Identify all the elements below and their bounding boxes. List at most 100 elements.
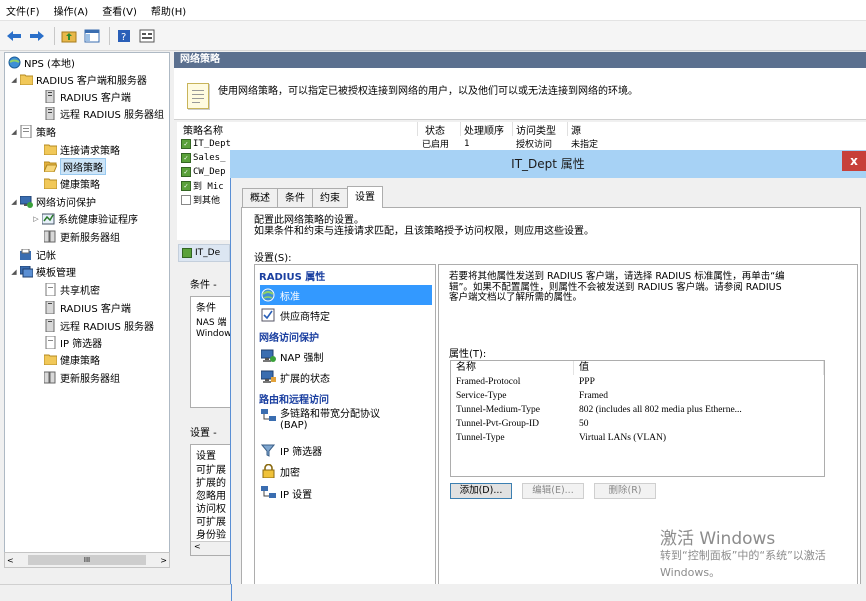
remove-button[interactable]: 删除(R) bbox=[594, 483, 656, 499]
tree-item-nap[interactable]: ◢ 网络访问保护 bbox=[9, 193, 96, 210]
tab-conditions[interactable]: 条件 bbox=[277, 188, 313, 208]
properties-icon[interactable] bbox=[137, 26, 157, 46]
tree-horizontal-scrollbar[interactable]: < III > bbox=[4, 552, 170, 568]
edit-button[interactable]: 编辑(E)... bbox=[522, 483, 584, 499]
tree-item-nps-local[interactable]: NPS (本地) bbox=[7, 54, 75, 71]
templates-icon bbox=[19, 265, 33, 278]
menu-help[interactable]: 帮助(H) bbox=[151, 3, 186, 18]
expand-down-icon[interactable]: ◢ bbox=[9, 76, 19, 84]
col-status[interactable]: 状态 bbox=[422, 122, 461, 137]
tree-item-radius-clients[interactable]: RADIUS 客户端 bbox=[43, 88, 131, 105]
tree-item-remote-radius-groups[interactable]: 远程 RADIUS 服务器组 bbox=[43, 105, 164, 122]
forward-arrow-icon[interactable] bbox=[27, 26, 47, 46]
tree-item-template-health-policies[interactable]: 健康策略 bbox=[43, 351, 100, 368]
table-row[interactable]: ✓ CW_Dep bbox=[181, 165, 226, 178]
table-row[interactable]: Window bbox=[196, 329, 232, 339]
table-row[interactable]: 身份验 bbox=[196, 526, 226, 541]
col-policy-name[interactable]: 策略名称 bbox=[180, 122, 418, 137]
expand-down-icon[interactable]: ◢ bbox=[9, 268, 19, 276]
tree-item-update-server-groups[interactable]: 更新服务器组 bbox=[43, 228, 120, 245]
list-item-ip-filters[interactable]: IP 筛选器 bbox=[260, 440, 432, 460]
expand-down-icon[interactable]: ◢ bbox=[9, 198, 19, 206]
expand-right-icon[interactable]: ▷ bbox=[31, 215, 41, 223]
col-source[interactable]: 源 bbox=[568, 122, 628, 137]
back-arrow-icon[interactable] bbox=[4, 26, 24, 46]
tree-item-shv[interactable]: ▷ 系统健康验证程序 bbox=[31, 210, 138, 227]
settings-list[interactable]: RADIUS 属性 标准 供应商特定 网络访问保护 NAP 强制 扩展的状态 路… bbox=[254, 264, 436, 601]
settings-table[interactable]: 设置 可扩展 扩展的 忽略用 访问权 可扩展 身份验 < bbox=[190, 444, 230, 556]
tree-item-template-radius-clients[interactable]: RADIUS 客户端 bbox=[43, 299, 131, 316]
tree-item-radius-clients-servers[interactable]: ◢ RADIUS 客户端和服务器 bbox=[9, 71, 147, 88]
svg-text:?: ? bbox=[121, 32, 126, 43]
expand-down-icon[interactable]: ◢ bbox=[9, 128, 19, 136]
table-row[interactable]: Tunnel-Medium-Type 802 (includes all 802 … bbox=[456, 403, 742, 417]
table-row[interactable]: Framed-Protocol PPP bbox=[456, 375, 595, 389]
toolbar: ? bbox=[0, 21, 866, 51]
list-item-vendor-specific[interactable]: 供应商特定 bbox=[260, 305, 432, 325]
scroll-left-icon[interactable]: < bbox=[7, 556, 14, 565]
tab-overview[interactable]: 概述 bbox=[242, 188, 278, 208]
accounting-icon bbox=[19, 248, 33, 261]
menu-file[interactable]: 文件(F) bbox=[6, 3, 40, 18]
dialog-title[interactable]: IT_Dept 属性 bbox=[230, 150, 866, 178]
table-row[interactable]: 到其他 bbox=[181, 193, 220, 206]
close-button[interactable]: x bbox=[842, 151, 866, 171]
globe-icon bbox=[260, 288, 276, 302]
col-attr-name[interactable]: 名称 bbox=[451, 361, 574, 375]
policy-doc-icon bbox=[19, 125, 33, 138]
table-row[interactable]: Service-Type Framed bbox=[456, 389, 608, 403]
scroll-left-icon[interactable]: < bbox=[191, 541, 230, 555]
enabled-check-icon bbox=[182, 248, 192, 258]
enabled-check-icon: ✓ bbox=[181, 166, 191, 177]
table-row[interactable]: Tunnel-Type Virtual LANs (VLAN) bbox=[456, 431, 666, 445]
folder-icon bbox=[19, 73, 33, 86]
dialog-tabs: 概述 条件 约束 设置 bbox=[242, 186, 383, 208]
conditions-table[interactable]: 条件 NAS 端 Window bbox=[190, 296, 232, 408]
menu-view[interactable]: 查看(V) bbox=[102, 3, 137, 18]
table-row[interactable]: NAS 端 bbox=[196, 315, 226, 328]
table-row[interactable]: ✓ 到 Mic bbox=[181, 179, 224, 192]
tree-item-template-update-servers[interactable]: 更新服务器组 bbox=[43, 369, 120, 386]
table-row[interactable]: ✓ Sales_ bbox=[181, 151, 226, 164]
console-tree[interactable]: NPS (本地) ◢ RADIUS 客户端和服务器 RADIUS 客户端 远程 R… bbox=[4, 52, 170, 568]
info-line: 若要将其他属性发送到 RADIUS 客户端，请选择 RADIUS 标准属性，再单… bbox=[449, 271, 785, 282]
list-item-multilink-bap[interactable]: 多链路和带宽分配协议 (BAP) bbox=[260, 407, 432, 437]
tree-item-policies[interactable]: ◢ 策略 bbox=[9, 123, 56, 140]
show-hide-tree-icon[interactable] bbox=[82, 26, 102, 46]
list-item-extended-state[interactable]: 扩展的状态 bbox=[260, 367, 432, 387]
table-row[interactable]: ✓ IT_Dept 已启用 1 授权访问 未指定 bbox=[181, 137, 861, 150]
policy-detail-tab[interactable]: IT_De bbox=[178, 244, 230, 262]
document-icon bbox=[43, 336, 57, 349]
menu-action[interactable]: 操作(A) bbox=[54, 3, 89, 18]
add-button[interactable]: 添加(D)... bbox=[450, 483, 512, 499]
tree-item-ip-filters[interactable]: IP 筛选器 bbox=[43, 334, 102, 351]
filter-icon bbox=[260, 443, 276, 457]
scroll-right-icon[interactable]: > bbox=[160, 556, 167, 565]
tab-constraints[interactable]: 约束 bbox=[312, 188, 348, 208]
tree-item-template-remote-radius[interactable]: 远程 RADIUS 服务器 bbox=[43, 317, 154, 334]
enabled-check-icon: ✓ bbox=[181, 152, 191, 163]
tree-item-template-management[interactable]: ◢ 模板管理 bbox=[9, 263, 76, 280]
server-icon bbox=[43, 107, 57, 120]
document-icon bbox=[43, 283, 57, 296]
tree-item-accounting[interactable]: 记帐 bbox=[19, 246, 56, 263]
tree-item-shared-secrets[interactable]: 共享机密 bbox=[43, 281, 100, 298]
info-line: 客户端文档以了解所需的属性。 bbox=[449, 292, 583, 303]
list-item-nap-enforcement[interactable]: NAP 强制 bbox=[260, 346, 432, 366]
tree-item-network-policies[interactable]: 网络策略 bbox=[43, 158, 106, 175]
attributes-table[interactable]: 名称 值 Framed-Protocol PPP Service-Type Fram… bbox=[450, 360, 825, 477]
folder-up-icon[interactable] bbox=[59, 26, 79, 46]
help-icon[interactable]: ? bbox=[114, 26, 134, 46]
list-item-standard[interactable]: 标准 bbox=[260, 285, 432, 305]
scroll-thumb[interactable]: III bbox=[28, 555, 146, 565]
col-attr-value[interactable]: 值 bbox=[574, 361, 824, 375]
list-item-encryption[interactable]: 加密 bbox=[260, 461, 432, 481]
col-order[interactable]: 处理顺序 bbox=[461, 122, 513, 137]
tree-item-health-policies[interactable]: 健康策略 bbox=[43, 175, 100, 192]
tab-settings[interactable]: 设置 bbox=[347, 186, 383, 208]
description-text: 使用网络策略，可以指定已被授权连接到网络的用户，以及他们可以或无法连接到网络的环… bbox=[218, 86, 638, 97]
col-access-type[interactable]: 访问类型 bbox=[513, 122, 568, 137]
tree-item-connection-request-policies[interactable]: 连接请求策略 bbox=[43, 141, 120, 158]
list-item-ip-settings[interactable]: IP 设置 bbox=[260, 483, 432, 503]
table-row[interactable]: Tunnel-Pvt-Group-ID 50 bbox=[456, 417, 589, 431]
